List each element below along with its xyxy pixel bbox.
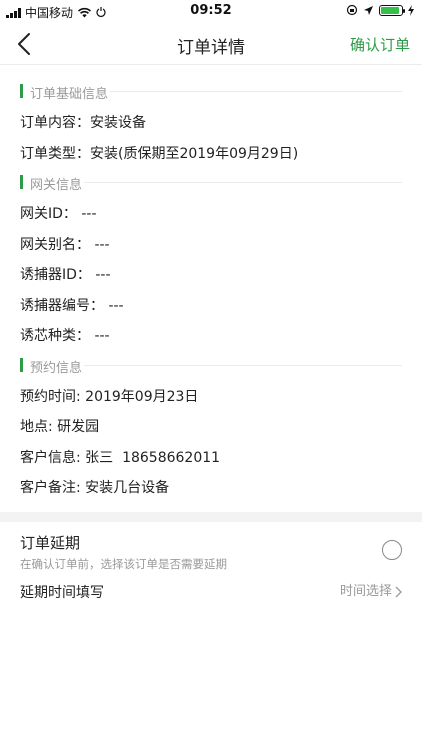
order-details: 订单基础信息 订单内容：安装设备 订单类型：安装(质保期至2019年09月29日… bbox=[0, 78, 422, 504]
charging-icon bbox=[408, 4, 414, 16]
delay-subtitle: 在确认订单前，选择该订单是否需要延期 bbox=[20, 557, 227, 571]
delay-time-label: 延期时间填写 bbox=[20, 585, 104, 601]
info-row-customer-note: 客户备注: 安装几台设备 bbox=[20, 473, 422, 504]
section-accent-bar bbox=[20, 357, 23, 372]
info-row-trap-id: 诱捕器ID： --- bbox=[20, 260, 422, 291]
orientation-lock-icon bbox=[346, 4, 358, 16]
row-label: 订单内容： bbox=[20, 115, 90, 131]
info-row-gateway-id: 网关ID： --- bbox=[20, 199, 422, 230]
section-title: 网关信息 bbox=[30, 178, 83, 193]
chevron-right-icon bbox=[395, 586, 402, 598]
info-row-lure-type: 诱芯种类： --- bbox=[20, 321, 422, 352]
battery-icon bbox=[379, 4, 405, 16]
info-row-trap-number: 诱捕器编号： --- bbox=[20, 291, 422, 322]
section-accent-bar bbox=[20, 84, 23, 98]
row-label: 客户备注: bbox=[20, 480, 86, 496]
row-value: 2019年09月23日 bbox=[85, 388, 199, 405]
section-divider bbox=[110, 91, 402, 92]
info-row-location: 地点: 研发园 bbox=[20, 412, 422, 443]
row-label: 诱捕器ID： bbox=[20, 267, 91, 283]
row-value: 研发园 bbox=[57, 419, 100, 435]
row-value: --- bbox=[95, 267, 111, 283]
row-label: 地点: bbox=[20, 419, 58, 435]
section-divider bbox=[84, 182, 402, 183]
row-value: 安装(质保期至2019年09月29日) bbox=[90, 145, 299, 162]
row-label: 诱捕器编号： bbox=[20, 297, 104, 314]
info-row-customer-info: 客户信息: 张三 18658662011 bbox=[20, 443, 422, 474]
row-label: 诱芯种类： bbox=[20, 328, 90, 344]
section-appointment-header: 预约信息 bbox=[20, 352, 402, 378]
row-value: 安装几台设备 bbox=[85, 480, 170, 496]
info-row-order-type: 订单类型：安装(质保期至2019年09月29日) bbox=[20, 139, 422, 170]
row-value: 张三 18658662011 bbox=[85, 449, 221, 466]
delay-radio-button[interactable] bbox=[382, 540, 402, 560]
time-picker[interactable]: 时间选择 bbox=[340, 580, 402, 604]
row-value: --- bbox=[81, 206, 97, 222]
section-basic-header: 订单基础信息 bbox=[20, 78, 402, 104]
time-picker-label: 时间选择 bbox=[339, 584, 392, 599]
row-label: 客户信息: bbox=[20, 449, 86, 466]
delay-time-row[interactable]: 延期时间填写 时间选择 bbox=[20, 580, 402, 604]
row-value: --- bbox=[94, 328, 110, 344]
section-divider bbox=[84, 364, 402, 366]
nav-bar: 订单详情 确认订单 bbox=[0, 24, 422, 65]
order-delay-row[interactable]: 订单延期 在确认订单前，选择该订单是否需要延期 bbox=[20, 532, 402, 572]
status-bar: 中国移动 09:52 bbox=[0, 0, 422, 24]
location-arrow-icon bbox=[364, 5, 373, 15]
info-row-appointment-time: 预约时间: 2019年09月23日 bbox=[20, 382, 422, 413]
row-label: 网关别名： bbox=[20, 236, 90, 253]
row-value: 安装设备 bbox=[90, 115, 146, 131]
row-label: 订单类型： bbox=[20, 145, 90, 162]
section-spacer bbox=[0, 512, 422, 522]
delay-title: 订单延期 bbox=[20, 534, 81, 552]
section-accent-bar bbox=[20, 175, 23, 189]
confirm-order-button[interactable]: 确认订单 bbox=[350, 34, 410, 55]
section-title: 预约信息 bbox=[30, 360, 83, 376]
row-value: --- bbox=[94, 236, 110, 253]
row-label: 网关ID： bbox=[20, 206, 77, 222]
row-value: --- bbox=[108, 297, 124, 314]
row-label: 预约时间: bbox=[20, 388, 86, 405]
section-gateway-header: 网关信息 bbox=[20, 169, 402, 195]
section-title: 订单基础信息 bbox=[30, 87, 109, 102]
info-row-order-content: 订单内容：安装设备 bbox=[20, 108, 422, 139]
info-row-gateway-alias: 网关别名： --- bbox=[20, 230, 422, 261]
status-right bbox=[346, 4, 414, 16]
